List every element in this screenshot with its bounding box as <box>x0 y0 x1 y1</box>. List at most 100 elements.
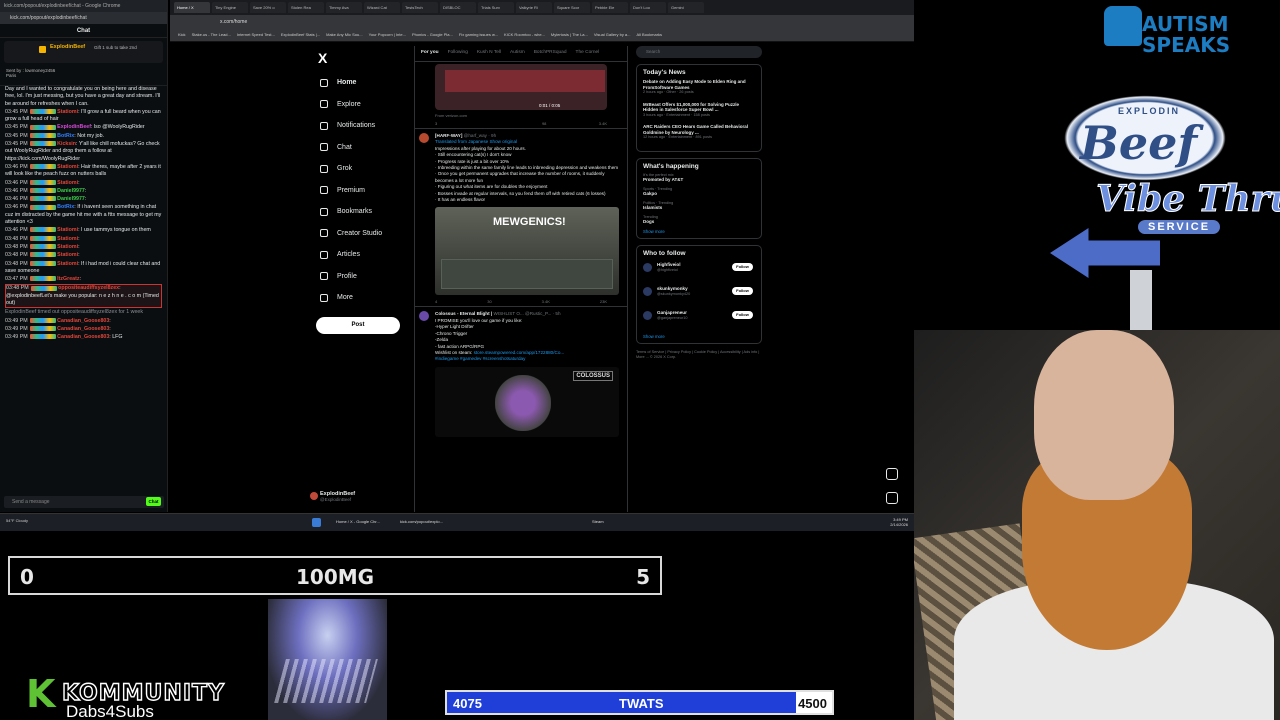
chat-message[interactable]: 03:46 PM BotRix: If i havent seen someth… <box>5 204 162 226</box>
feed-tab[interactable]: For you <box>421 50 439 57</box>
chat-message[interactable]: 03:46 PM Daniel9977: <box>5 188 162 195</box>
follow-name[interactable]: skunkymonky <box>657 286 688 291</box>
chat-message[interactable]: 03:46 PM Statiomi: <box>5 180 162 187</box>
feed-tab[interactable]: BotchPRSquad <box>534 50 567 57</box>
chat-message[interactable]: 03:46 PM Statiomi: Hair theres, maybe af… <box>5 164 162 179</box>
sent-by-name[interactable]: lowmoney2456 <box>25 68 55 73</box>
x-home-feed[interactable]: For you Following Kush N Tell Autism BotchPR… <box>414 46 628 512</box>
follow-name[interactable]: Highfiveiol <box>657 262 680 267</box>
message-username[interactable]: Statiomi <box>57 236 78 242</box>
browser-tab[interactable]: Gemini <box>668 2 704 13</box>
bookmark-item[interactable]: Visual Gallery by a... <box>594 32 631 38</box>
message-username[interactable]: BotRix <box>57 133 74 139</box>
tweet-image-mewgenics[interactable]: MEWGENICS! <box>435 207 619 296</box>
chat-message[interactable]: 03:46 PM Daniel9977: <box>5 196 162 203</box>
chat-message[interactable]: 03:45 PM BotRix: Not my job. <box>5 133 162 140</box>
post-button[interactable]: Post <box>316 316 400 334</box>
views-icon[interactable]: 3.4K <box>599 121 607 128</box>
hashtags[interactable]: #indiegame #gamedev #screenshotsaturday <box>435 356 525 361</box>
follow-name[interactable]: Ganjapreneur <box>657 310 687 315</box>
views-icon[interactable]: 23K <box>600 299 607 306</box>
bookmark-item[interactable]: Fix gaming issues w... <box>459 32 498 38</box>
feed-tab[interactable]: Following <box>448 50 468 57</box>
message-username[interactable]: ItzGreatz <box>57 276 79 282</box>
nav-item-explore[interactable]: Explore <box>312 94 412 116</box>
chat-message[interactable]: 03:48 PM Statiomi: If i had mod i could … <box>5 261 162 276</box>
nav-item-chat[interactable]: Chat <box>312 137 412 159</box>
chat-message[interactable]: 03:45 PM Kicksin: Y'all like chill mofuc… <box>5 141 162 163</box>
bookmark-item[interactable]: Make Any Mic Sou... <box>326 32 362 38</box>
follow-button[interactable]: Follow <box>732 262 753 271</box>
chat-message[interactable]: 03:45 PM Statiomi: I'll grow a full bear… <box>5 109 162 124</box>
system-clock[interactable]: 3:49 PM 2/14/2026 <box>890 517 908 527</box>
bookmark-item[interactable]: Phonics - Google Pla... <box>412 32 453 38</box>
trend-item[interactable]: Politics · Trending Islamists <box>643 201 755 210</box>
browser-tab[interactable]: Wizard Cat <box>364 2 400 13</box>
message-username[interactable]: Canadian_Goose803 <box>57 318 109 324</box>
avatar[interactable] <box>419 311 429 322</box>
grok-icon[interactable] <box>886 468 898 480</box>
message-username[interactable]: BotRix <box>57 204 74 210</box>
video-source[interactable]: From verizon.com <box>415 112 627 119</box>
pinned-gift-banner[interactable]: ExplodinBeef Gift 1 sub to take 2nd <box>4 41 163 63</box>
trend-item[interactable]: Trending Dogs <box>643 215 755 224</box>
chat-input[interactable]: Send a message Chat <box>4 496 164 508</box>
weather-widget[interactable]: 54°F Cloudy <box>6 518 28 523</box>
repost-icon[interactable]: 30 <box>487 299 491 306</box>
tweet-author[interactable]: [HARF-WAY] <box>435 133 462 138</box>
browser-tab[interactable]: Don't Loo <box>630 2 666 13</box>
chat-message[interactable]: 03:48 PM oppositeaudiffsyzel8zex: @explo… <box>5 284 162 309</box>
messages-icon[interactable] <box>886 492 898 504</box>
message-username[interactable]: Canadian_Goose803 <box>57 334 109 340</box>
tweet-author[interactable]: Colossus - Eternal Blight | <box>435 311 492 316</box>
chat-message[interactable]: 03:45 PM ExplodinBeef: lso @WoolyRugRide… <box>5 124 162 131</box>
message-username[interactable]: Statiomi <box>57 109 78 115</box>
taskbar-app-steam[interactable]: Steam <box>592 519 604 524</box>
message-username[interactable]: Statiomi <box>57 227 78 233</box>
bookmark-item[interactable]: Your Popcorn | Inte... <box>369 32 406 38</box>
bookmark-item[interactable]: Kick <box>178 32 186 38</box>
browser-tab[interactable]: Valkyrie Ri <box>516 2 552 13</box>
trend-item[interactable]: Sports · Trending Gakpo <box>643 187 755 196</box>
browser-tab[interactable]: DISBLOC <box>440 2 476 13</box>
like-icon[interactable]: 3.4K <box>542 299 550 306</box>
browser-tab[interactable]: Stolen Rea <box>288 2 324 13</box>
follow-suggestion[interactable]: Highfiveiol @highfiveiol Follow <box>643 260 755 284</box>
browser-tab[interactable]: Timmy Ava <box>326 2 362 13</box>
follow-suggestion[interactable]: skunkymonky @skunkymonky420 Follow <box>643 284 755 308</box>
chat-message[interactable]: 03:48 PM Statiomi: <box>5 244 162 251</box>
nav-item-grok[interactable]: Grok <box>312 158 412 180</box>
nav-item-creator-studio[interactable]: Creator Studio <box>312 223 412 245</box>
chat-message[interactable]: 03:46 PM Statiomi: I use tammys tongue o… <box>5 227 162 234</box>
feed-tab[interactable]: Kush N Tell <box>477 50 501 57</box>
tweet-colossus[interactable]: Colossus - Eternal Blight | WISHLIST O..… <box>415 307 627 437</box>
browser-tab[interactable]: Home / X <box>174 2 210 13</box>
browser-tab[interactable]: Save 20% o <box>250 2 286 13</box>
chat-message[interactable]: 03:49 PM Canadian_Goose803: <box>5 318 162 325</box>
bookmark-item[interactable]: KICK Roomtoo - whe... <box>504 32 545 38</box>
news-item[interactable]: Debate on Adding Easy Mode to Elden Ring… <box>643 79 755 96</box>
show-more-link[interactable]: Show more <box>643 334 755 339</box>
nav-item-more[interactable]: More <box>312 287 412 309</box>
bookmark-item[interactable]: All Bookmarks <box>636 32 662 38</box>
x-logo-icon[interactable]: X <box>318 50 412 66</box>
video-player[interactable]: 0:01 / 0:05 <box>435 64 607 110</box>
message-username[interactable]: Daniel9977 <box>57 196 85 202</box>
avatar[interactable] <box>419 133 429 143</box>
nav-item-bookmarks[interactable]: Bookmarks <box>312 201 412 223</box>
feed-tab[interactable]: The Cornel <box>576 50 600 57</box>
message-username[interactable]: ExplodinBeef <box>57 124 91 130</box>
chat-message[interactable]: 03:49 PM Canadian_Goose803: LFG <box>5 334 162 341</box>
reply-icon[interactable]: 4 <box>435 299 437 306</box>
message-username[interactable]: Statiomi <box>57 261 78 267</box>
bookmark-item[interactable]: Internet Speed Test... <box>237 32 275 38</box>
nav-item-premium[interactable]: Premium <box>312 180 412 202</box>
message-username[interactable]: Statiomi <box>57 180 78 186</box>
chat-message[interactable]: 03:48 PM Statiomi: <box>5 252 162 259</box>
account-switcher[interactable]: ExplodinBeef @ExplodinBeef <box>310 491 355 502</box>
chat-message-list[interactable]: Day and I wanted to congratulate you on … <box>0 86 167 342</box>
tweet-handle[interactable]: @harf_way · 9h <box>464 133 497 138</box>
browser-tab[interactable]: Pebble Ele <box>592 2 628 13</box>
browser-tab[interactable]: Square Scor <box>554 2 590 13</box>
browser-tab[interactable]: Tiny Engine <box>212 2 248 13</box>
